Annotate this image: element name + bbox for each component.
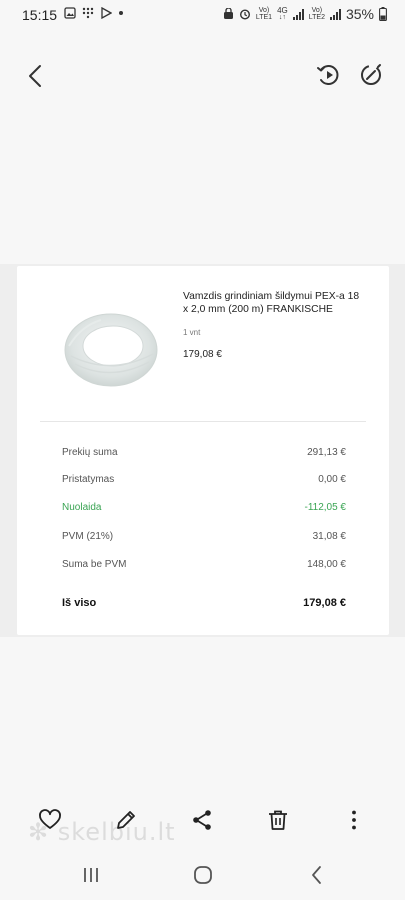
gallery-action-bar bbox=[0, 800, 405, 840]
summary-label: Pristatymas bbox=[62, 474, 115, 485]
summary-value: 148,00 € bbox=[307, 559, 346, 570]
summary-value: -112,05 € bbox=[304, 502, 346, 513]
nav-back-icon[interactable] bbox=[306, 864, 328, 886]
summary-value: 0,00 € bbox=[318, 474, 346, 485]
divider bbox=[40, 421, 366, 422]
summary-row-vat: PVM (21%) 31,08 € bbox=[62, 531, 346, 547]
product-title[interactable]: Vamzdis grindiniam šildymui PEX-a 18 x 2… bbox=[183, 290, 363, 316]
summary-row-without-vat: Suma be PVM 148,00 € bbox=[62, 559, 346, 575]
summary-label: PVM (21%) bbox=[62, 531, 114, 542]
total-value: 179,08 € bbox=[303, 597, 346, 609]
status-notification-icons bbox=[64, 7, 124, 19]
network-type: 4G ↓↑ bbox=[277, 6, 288, 22]
dot-icon bbox=[119, 11, 123, 15]
edit-pencil-icon[interactable] bbox=[114, 808, 138, 832]
summary-row-total: Iš viso 179,08 € bbox=[62, 597, 346, 613]
alarm-icon bbox=[239, 9, 250, 20]
home-icon[interactable] bbox=[192, 864, 214, 886]
summary-row-subtotal: Prekių suma 291,13 € bbox=[62, 447, 346, 463]
delete-trash-icon[interactable] bbox=[266, 808, 290, 832]
battery-icon bbox=[379, 7, 387, 21]
back-icon[interactable] bbox=[22, 62, 48, 90]
video-convert-icon[interactable] bbox=[316, 62, 342, 88]
sim1-volte: Vo) LTE1 bbox=[255, 7, 273, 21]
share-icon[interactable] bbox=[190, 808, 214, 832]
product-image bbox=[64, 313, 158, 387]
alarm-lock-icon bbox=[223, 8, 233, 19]
summary-row-discount: Nuolaida -112,05 € bbox=[62, 502, 346, 518]
summary-value: 31,08 € bbox=[312, 531, 346, 542]
total-label: Iš viso bbox=[62, 597, 97, 609]
system-nav-bar bbox=[0, 848, 405, 900]
signal-icon bbox=[292, 8, 304, 20]
summary-label: Nuolaida bbox=[62, 502, 102, 513]
status-time: 15:15 bbox=[22, 7, 58, 23]
gallery-icon bbox=[64, 7, 76, 19]
more-options-icon[interactable] bbox=[342, 808, 366, 832]
summary-label: Prekių suma bbox=[62, 447, 118, 458]
remaster-icon[interactable] bbox=[358, 62, 384, 88]
signal-icon-2 bbox=[329, 8, 341, 20]
product-quantity: 1 vnt bbox=[183, 328, 201, 337]
sim2-volte: Vo) LTE2 bbox=[308, 7, 325, 21]
summary-label: Suma be PVM bbox=[62, 559, 127, 570]
battery-percent: 35% bbox=[345, 6, 374, 22]
summary-row-delivery: Pristatymas 0,00 € bbox=[62, 474, 346, 490]
product-price: 179,08 € bbox=[183, 349, 222, 360]
status-bar: 15:15 Vo) LTE1 4G ↓↑ Vo) LTE2 35% bbox=[0, 0, 405, 30]
play-store-icon bbox=[101, 7, 112, 19]
favorite-heart-icon[interactable] bbox=[38, 808, 62, 832]
grid-dots-icon bbox=[82, 7, 94, 19]
order-summary-card: Vamzdis grindiniam šildymui PEX-a 18 x 2… bbox=[17, 266, 389, 635]
status-system-icons: Vo) LTE1 4G ↓↑ Vo) LTE2 35% bbox=[223, 6, 387, 22]
summary-value: 291,13 € bbox=[307, 447, 346, 458]
recent-apps-icon[interactable] bbox=[80, 864, 102, 886]
